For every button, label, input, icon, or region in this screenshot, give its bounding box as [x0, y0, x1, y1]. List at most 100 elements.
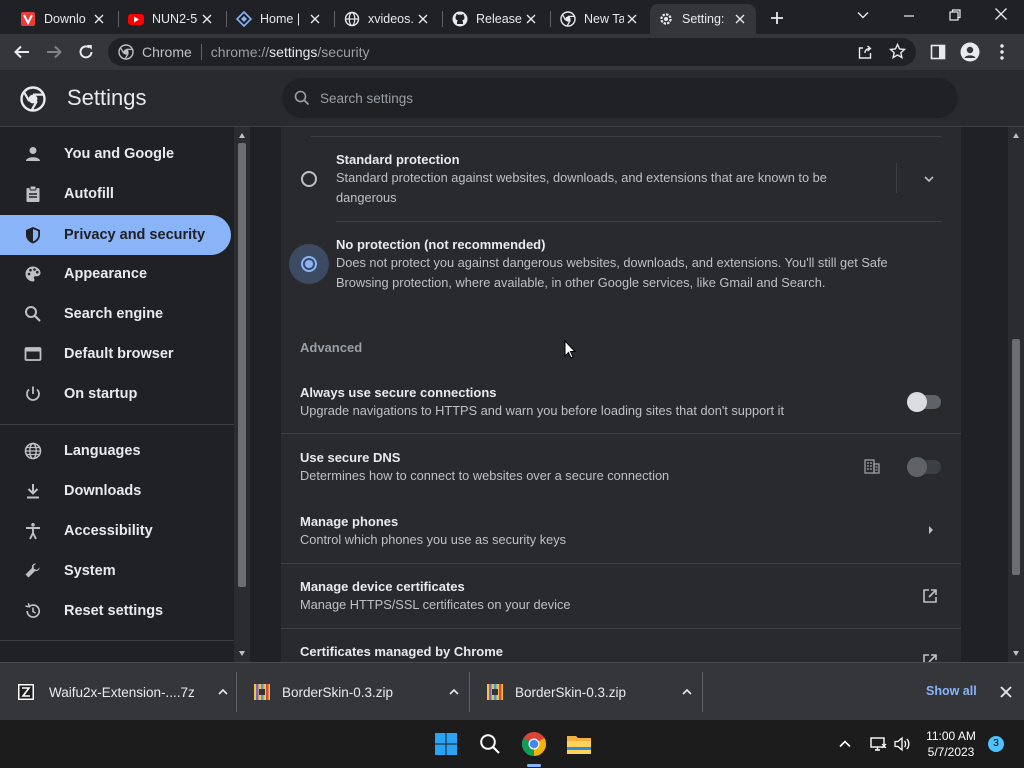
side-panel-icon[interactable] — [926, 40, 950, 64]
sidebar-item-label: You and Google — [64, 146, 175, 162]
sidebar-item-label: System — [64, 563, 116, 579]
tab-downloads[interactable]: Downlo — [12, 4, 115, 34]
external-link-icon[interactable] — [922, 588, 938, 604]
tab-divider — [550, 11, 551, 27]
main-scrollbar[interactable] — [1008, 127, 1024, 662]
sidebar-item-label: Default browser — [64, 346, 174, 362]
new-tab-button[interactable] — [768, 9, 786, 27]
chrome-icon — [118, 44, 134, 60]
no-protection-title: No protection (not recommended) — [336, 237, 546, 252]
download-item[interactable]: BorderSkin-0.3.zip — [252, 663, 460, 721]
bookmark-star-icon[interactable] — [889, 43, 906, 60]
sidebar-scrollbar[interactable] — [234, 127, 250, 662]
chevron-up-icon[interactable] — [681, 686, 693, 698]
file-explorer-icon[interactable] — [563, 728, 595, 760]
sidebar-item-default-browser[interactable]: Default browser — [0, 334, 231, 374]
sidebar-item-label: On startup — [64, 386, 138, 402]
start-windows-icon[interactable] — [430, 728, 462, 760]
system-clock[interactable]: 11:00 AM 5/7/2023 — [920, 728, 982, 760]
menu-kebab-icon[interactable] — [990, 40, 1014, 64]
sidebar-item-reset-settings[interactable]: Reset settings — [0, 591, 231, 631]
tab-settings[interactable]: Setting: — [650, 4, 756, 34]
chevron-up-icon[interactable] — [838, 737, 852, 751]
secure-dns-title: Use secure DNS — [300, 450, 401, 465]
secure-dns-toggle[interactable] — [907, 457, 941, 477]
window-close-button[interactable] — [994, 7, 1008, 21]
download-filename: Waifu2x-Extension-....7z — [49, 684, 195, 700]
external-link-icon[interactable] — [922, 653, 938, 662]
close-icon[interactable] — [624, 11, 640, 27]
tab-xvideos[interactable]: xvideos. — [336, 4, 439, 34]
network-icon[interactable] — [869, 736, 887, 752]
advanced-heading: Advanced — [300, 340, 363, 355]
reload-button[interactable] — [74, 40, 98, 64]
close-icon[interactable] — [732, 11, 748, 27]
sidebar-item-accessibility[interactable]: Accessibility — [0, 511, 231, 551]
tab-home[interactable]: Home | — [228, 4, 331, 34]
sidebar-item-system[interactable]: System — [0, 551, 231, 591]
no-protection-radio[interactable] — [301, 256, 317, 272]
notification-badge[interactable]: 3 — [988, 736, 1004, 752]
share-icon[interactable] — [857, 44, 873, 60]
standard-protection-radio[interactable] — [301, 171, 317, 187]
gear-icon — [658, 11, 674, 27]
chevron-up-icon[interactable] — [448, 686, 460, 698]
browser-window-icon — [22, 343, 44, 365]
tab-strip: Downlo NUN2-5 Home | xvideos. Release Ne… — [0, 0, 1024, 34]
download-item[interactable]: BorderSkin-0.3.zip — [485, 663, 693, 721]
archive-file-icon — [16, 682, 36, 702]
forward-button[interactable] — [42, 40, 66, 64]
url-scheme: chrome:// — [210, 44, 270, 60]
github-icon — [452, 11, 468, 27]
shelf-divider — [236, 672, 237, 712]
volume-icon[interactable] — [893, 736, 911, 752]
url-host: settings — [269, 44, 318, 60]
close-icon[interactable] — [91, 11, 107, 27]
close-icon[interactable] — [415, 11, 431, 27]
tab-search-chevron-icon[interactable] — [856, 8, 870, 22]
https-first-desc: Upgrade navigations to HTTPS and warn yo… — [300, 403, 785, 418]
sidebar-item-label: Languages — [64, 443, 141, 459]
sidebar-item-languages[interactable]: Languages — [0, 431, 231, 471]
https-first-toggle[interactable] — [907, 392, 941, 412]
tab-divider — [118, 11, 119, 27]
sidebar-item-appearance[interactable]: Appearance — [0, 254, 231, 294]
minimize-button[interactable] — [902, 9, 916, 23]
no-protection-desc: Does not protect you against dangerous w… — [336, 253, 888, 293]
sidebar-item-on-startup[interactable]: On startup — [0, 374, 231, 414]
tab-youtube[interactable]: NUN2-5 — [120, 4, 223, 34]
sidebar-item-autofill[interactable]: Autofill — [0, 174, 231, 214]
restore-button[interactable] — [948, 8, 962, 22]
sidebar-item-privacy-and-security[interactable]: Privacy and security — [0, 215, 231, 255]
profile-avatar[interactable] — [958, 40, 982, 64]
search-input[interactable] — [320, 90, 920, 106]
back-button[interactable] — [10, 40, 34, 64]
desc-line: dangerous — [336, 190, 397, 205]
expand-divider — [896, 163, 897, 193]
chevron-down-icon[interactable] — [923, 173, 935, 185]
download-item[interactable]: Waifu2x-Extension-....7z — [16, 663, 229, 721]
close-icon[interactable] — [523, 11, 539, 27]
desc-line: Browsing protection, where available, in… — [336, 275, 826, 290]
chrome-taskbar-icon[interactable] — [518, 728, 550, 760]
download-icon — [22, 480, 44, 502]
sidebar-item-downloads[interactable]: Downloads — [0, 471, 231, 511]
divider — [336, 221, 941, 222]
secure-dns-desc: Determines how to connect to websites ov… — [300, 468, 670, 483]
close-icon[interactable] — [199, 11, 215, 27]
tab-releases[interactable]: Release — [444, 4, 547, 34]
sidebar-item-search-engine[interactable]: Search engine — [0, 294, 231, 334]
show-all-button[interactable]: Show all — [926, 684, 977, 698]
chevron-right-icon[interactable] — [927, 525, 935, 535]
enterprise-building-icon — [864, 459, 880, 474]
settings-search[interactable] — [282, 78, 958, 118]
search-icon[interactable] — [474, 728, 506, 760]
address-bar[interactable]: Chrome chrome://settings/security — [108, 38, 916, 66]
https-first-title: Always use secure connections — [300, 385, 497, 400]
close-shelf-icon[interactable] — [1000, 686, 1012, 698]
chevron-up-icon[interactable] — [217, 686, 229, 698]
close-icon[interactable] — [307, 11, 323, 27]
sidebar-item-you-and-google[interactable]: You and Google — [0, 134, 231, 174]
archive-file-icon — [485, 682, 505, 702]
tab-new-tab[interactable]: New Tal — [552, 4, 648, 34]
